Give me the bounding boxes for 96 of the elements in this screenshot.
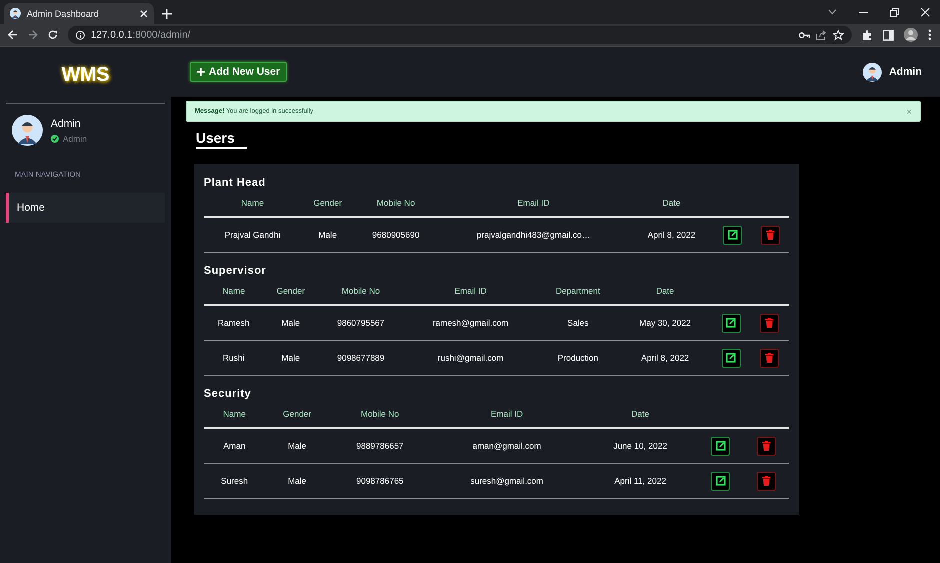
column-header: Name — [204, 409, 266, 428]
logo: WMS — [62, 64, 110, 86]
column-header: Email ID — [438, 198, 630, 217]
edit-icon — [716, 441, 726, 451]
column-header: Gender — [264, 286, 318, 305]
table-cell: ramesh@gmail.com — [404, 305, 538, 340]
table-cell: Male — [264, 305, 318, 340]
table-cell: Aman — [204, 428, 266, 464]
table-cell: April 8, 2022 — [618, 340, 712, 376]
table-cell: Rushi — [204, 340, 264, 376]
address-bar[interactable]: 127.0.0.1:8000/admin/ — [68, 26, 852, 44]
browser-tab[interactable]: Admin Dashboard — [4, 3, 154, 24]
delete-button[interactable] — [760, 314, 780, 332]
plus-icon — [197, 68, 205, 76]
user-name: Admin — [51, 118, 82, 130]
edit-button[interactable] — [722, 348, 741, 368]
edit-icon — [726, 318, 736, 328]
profile-icon[interactable] — [904, 28, 918, 42]
delete-button[interactable] — [760, 348, 780, 368]
table-cell: April 11, 2022 — [583, 464, 698, 498]
table-cell: Male — [265, 464, 330, 498]
table-cell: 9889786657 — [329, 428, 431, 464]
trash-icon — [765, 318, 774, 328]
check-circle-icon — [51, 134, 59, 142]
close-icon[interactable] — [921, 8, 930, 16]
column-header: Name — [204, 286, 264, 305]
edit-button[interactable] — [722, 314, 741, 332]
table-cell: 9098677889 — [318, 340, 404, 376]
table-cell: 9680905690 — [354, 217, 438, 252]
add-user-button[interactable]: Add New User — [190, 62, 288, 82]
table-cell: June 10, 2022 — [583, 428, 698, 464]
table-cell: Production — [538, 340, 619, 376]
group-title: Supervisor — [204, 265, 268, 277]
page-title: Users — [196, 130, 247, 149]
column-header: Gender — [301, 198, 354, 217]
table-cell: Male — [301, 217, 354, 252]
restore-icon[interactable] — [890, 8, 899, 16]
column-header: Date — [630, 198, 714, 217]
avatar-icon — [12, 115, 43, 146]
info-icon — [76, 30, 85, 40]
trash-icon — [765, 353, 774, 363]
back-icon[interactable] — [8, 30, 18, 40]
table-cell: May 30, 2022 — [618, 305, 712, 340]
column-header: Date — [583, 409, 698, 428]
side-panel-icon[interactable] — [883, 30, 894, 40]
delete-button[interactable] — [756, 436, 776, 456]
nav-item[interactable]: Home — [6, 193, 165, 223]
column-header: Mobile No — [354, 198, 438, 217]
table-cell: prajvalgandhi483@gmail.co… — [438, 217, 630, 252]
forward-icon[interactable] — [28, 30, 38, 40]
table-cell: aman@gmail.com — [430, 428, 584, 464]
delete-button[interactable] — [760, 226, 780, 244]
user-name[interactable]: Admin — [889, 66, 922, 78]
table-cell: Male — [265, 428, 330, 464]
avatar-icon — [10, 8, 21, 19]
table-cell: rushi@gmail.com — [404, 340, 538, 376]
column-header: Email ID — [430, 409, 584, 428]
column-header: Email ID — [404, 286, 538, 305]
close-icon[interactable] — [140, 10, 148, 18]
group-title: Plant Head — [204, 177, 267, 189]
table-cell: Sales — [538, 305, 619, 340]
star-icon[interactable] — [833, 30, 844, 40]
group-title: Security — [204, 388, 252, 400]
column-header: Mobile No — [329, 409, 431, 428]
column-header: Gender — [265, 409, 330, 428]
edit-button[interactable] — [711, 472, 730, 490]
reload-icon[interactable] — [48, 30, 58, 40]
trash-icon — [766, 230, 775, 240]
table-cell: suresh@gmail.com — [430, 464, 584, 498]
edit-icon — [726, 353, 736, 363]
delete-button[interactable] — [756, 472, 776, 490]
edit-button[interactable] — [723, 226, 742, 244]
column-header: Department — [538, 286, 619, 305]
table-cell: April 8, 2022 — [630, 217, 714, 252]
share-icon[interactable] — [816, 30, 827, 40]
table-cell: Suresh — [204, 464, 266, 498]
table-cell: Ramesh — [204, 305, 264, 340]
new-tab-icon[interactable] — [162, 9, 172, 19]
table-cell: Prajval Gandhi — [204, 217, 302, 252]
edit-button[interactable] — [711, 436, 730, 456]
user-role: Admin — [63, 134, 88, 144]
edit-icon — [728, 230, 738, 240]
column-header: Mobile No — [318, 286, 404, 305]
table-cell: Male — [264, 340, 318, 376]
trash-icon — [762, 441, 771, 451]
trash-icon — [762, 476, 771, 486]
more-icon[interactable] — [928, 29, 932, 41]
column-header: Date — [618, 286, 712, 305]
key-icon[interactable] — [799, 32, 810, 38]
avatar-icon — [863, 62, 882, 82]
column-header: Name — [204, 198, 302, 217]
edit-icon — [716, 476, 726, 486]
chevron-down-icon[interactable] — [828, 9, 837, 15]
table-cell: 9098786765 — [329, 464, 431, 498]
table-cell: 9860795567 — [318, 305, 404, 340]
puzzle-icon[interactable] — [862, 30, 873, 40]
